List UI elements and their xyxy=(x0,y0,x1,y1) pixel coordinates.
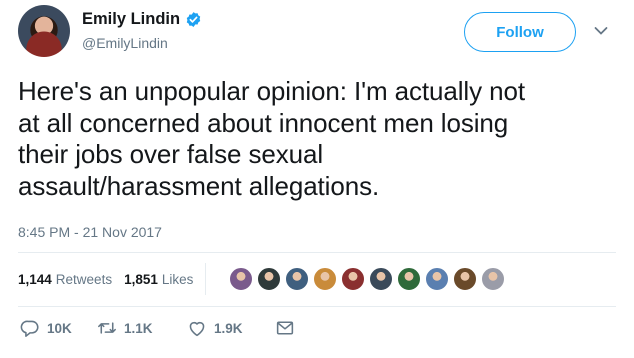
tweet-actions: 10K 1.1K 1.9K xyxy=(20,316,295,340)
tweet-card: Emily Lindin @EmilyLindin Follow Here's … xyxy=(0,0,634,358)
tweet-text-line: at all concerned about innocent men losi… xyxy=(18,107,509,138)
liker-avatars xyxy=(228,266,508,292)
reply-icon xyxy=(20,320,39,337)
liker-avatar[interactable] xyxy=(256,266,282,292)
author-display-name[interactable]: Emily Lindin xyxy=(82,10,180,29)
author-handle[interactable]: @EmilyLindin xyxy=(82,35,168,51)
tweet-text-line: assault/harassment allegations. xyxy=(18,170,380,201)
tweet-text: Here's an unpopular opinion: I'm actuall… xyxy=(18,76,624,202)
liker-avatar[interactable] xyxy=(368,266,394,292)
retweets-stat[interactable]: 1,144 Retweets xyxy=(18,272,112,287)
author-avatar[interactable] xyxy=(18,5,70,57)
stats-divider xyxy=(205,263,207,295)
chevron-down-icon[interactable] xyxy=(594,26,608,36)
retweet-count: 1.1K xyxy=(124,320,153,336)
liker-avatar[interactable] xyxy=(228,266,254,292)
like-count: 1.9K xyxy=(214,320,243,336)
envelope-icon xyxy=(276,321,294,335)
tweet-stats: 1,144 Retweets 1,851 Likes xyxy=(18,263,207,295)
tweet-text-line: Here's an unpopular opinion: I'm actuall… xyxy=(18,76,525,106)
liker-avatar[interactable] xyxy=(452,266,478,292)
likes-count: 1,851 xyxy=(124,271,158,287)
tweet-text-line: their jobs over false sexual xyxy=(18,139,324,169)
like-button[interactable]: 1.9K xyxy=(187,319,275,337)
likes-label: Likes xyxy=(161,271,194,287)
author-name-row: Emily Lindin xyxy=(82,10,202,29)
divider xyxy=(18,252,616,253)
direct-message-button[interactable] xyxy=(275,319,295,337)
retweet-icon xyxy=(98,322,116,334)
liker-avatar[interactable] xyxy=(424,266,450,292)
follow-button[interactable]: Follow xyxy=(464,12,576,52)
tweet-timestamp[interactable]: 8:45 PM - 21 Nov 2017 xyxy=(18,224,162,240)
retweets-label: Retweets xyxy=(55,271,113,287)
likes-stat[interactable]: 1,851 Likes xyxy=(124,272,193,287)
liker-avatar[interactable] xyxy=(340,266,366,292)
divider xyxy=(18,306,616,307)
retweet-button[interactable]: 1.1K xyxy=(97,319,187,337)
verified-badge-icon xyxy=(186,12,201,27)
liker-avatar[interactable] xyxy=(312,266,338,292)
retweets-count: 1,144 xyxy=(18,271,52,287)
heart-icon xyxy=(189,321,205,337)
liker-avatar[interactable] xyxy=(480,266,506,292)
reply-count: 10K xyxy=(47,320,72,336)
liker-avatar[interactable] xyxy=(284,266,310,292)
reply-button[interactable]: 10K xyxy=(20,319,97,337)
liker-avatar[interactable] xyxy=(396,266,422,292)
